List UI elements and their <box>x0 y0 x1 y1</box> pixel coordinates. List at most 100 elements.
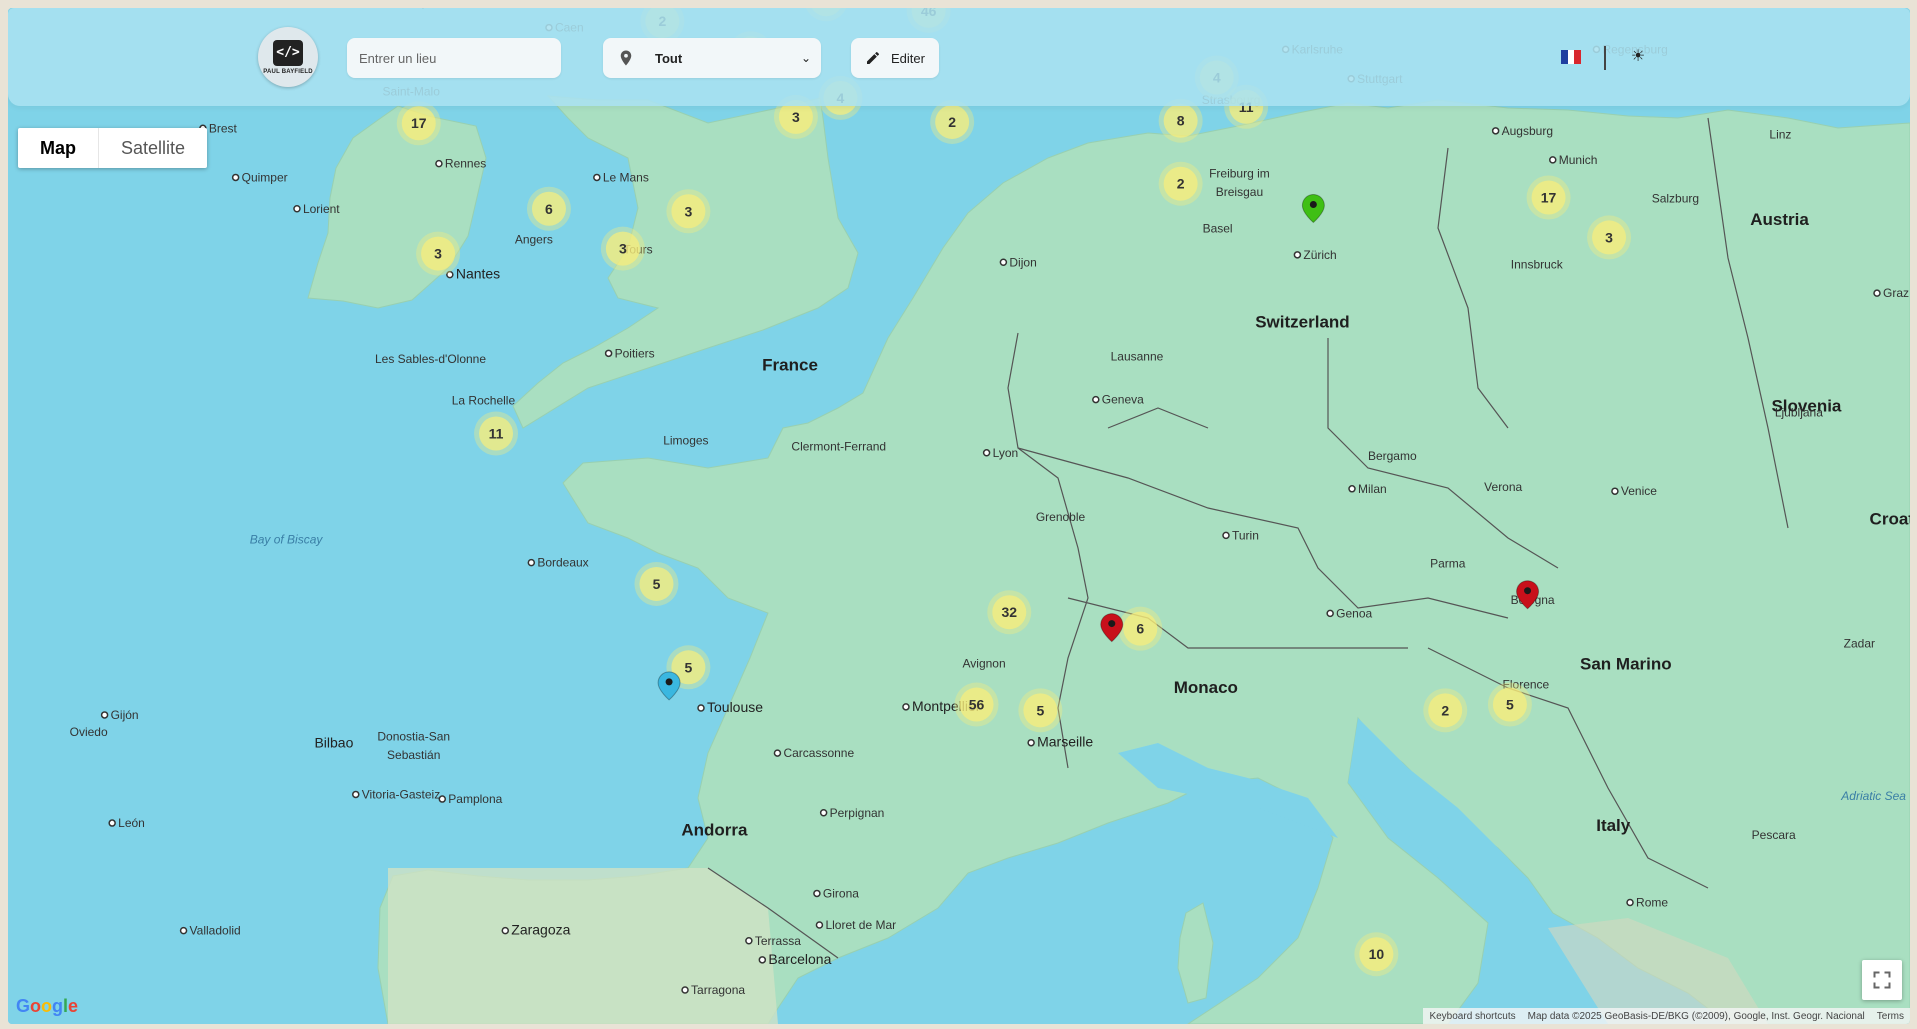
map-label: Oviedo <box>70 725 108 739</box>
city-dot <box>758 956 767 964</box>
map-label: Sebastián <box>387 748 440 762</box>
city-dot <box>1326 609 1334 618</box>
marker-cluster[interactable]: 3 <box>666 189 711 234</box>
city-dot <box>108 819 116 827</box>
map-label: San Marino <box>1580 655 1672 674</box>
map-label: Clermont-Ferrand <box>791 439 886 453</box>
city-dot <box>352 790 360 799</box>
map-canvas[interactable]: IrelandNetherlandsGermanyPolandBelgiumLu… <box>8 8 1910 1024</box>
marker-cluster[interactable]: 2 <box>1423 688 1468 733</box>
city-dot <box>1626 898 1634 907</box>
marker-cluster[interactable]: 10 <box>1354 932 1399 977</box>
map-label: Zürich <box>1303 248 1336 262</box>
logo[interactable]: </> PAUL BAYFIELD <box>258 27 318 87</box>
marker-cluster[interactable]: 6 <box>1118 606 1163 651</box>
edit-button[interactable]: Editer <box>851 38 939 78</box>
city-dot <box>527 558 536 567</box>
map-label: Donostia-San <box>377 729 450 743</box>
city-dot <box>179 926 188 935</box>
map-label: Grenoble <box>1036 510 1086 524</box>
cluster-count: 32 <box>1001 604 1017 620</box>
map-label: Perpignan <box>830 806 885 820</box>
marker-cluster[interactable]: 17 <box>1526 175 1571 220</box>
map-label: Genoa <box>1336 606 1372 620</box>
marker-cluster[interactable]: 32 <box>987 590 1032 635</box>
city-dot <box>1027 738 1035 747</box>
map-label: Bay of Biscay <box>250 533 324 547</box>
map-label: Bilbao <box>314 734 353 750</box>
fullscreen-button[interactable] <box>1862 960 1902 1000</box>
city-dot <box>501 926 510 935</box>
cluster-count: 5 <box>1506 697 1514 713</box>
marker-cluster[interactable]: 2 <box>1158 161 1203 206</box>
marker-cluster[interactable]: 5 <box>1018 688 1063 733</box>
cluster-count: 6 <box>545 201 553 217</box>
map-type-satellite-button[interactable]: Satellite <box>99 128 207 168</box>
map-label: Quimper <box>242 170 288 184</box>
map-label: Vitoria-Gasteiz <box>362 787 440 801</box>
map-label: Pamplona <box>448 792 502 806</box>
map-label: France <box>762 355 818 374</box>
map-label: Verona <box>1484 480 1522 494</box>
fr-flag-icon[interactable] <box>1561 50 1582 64</box>
map-label: Salzburg <box>1652 192 1699 206</box>
marker-cluster[interactable]: 11 <box>474 411 519 456</box>
city-dot <box>697 704 705 712</box>
marker-cluster[interactable]: 2 <box>930 99 975 144</box>
map-attribution: Keyboard shortcuts Map data ©2025 GeoBas… <box>1423 1008 1910 1024</box>
cluster-count: 3 <box>434 246 442 262</box>
map-label: Basel <box>1203 221 1233 235</box>
map-label: Augsburg <box>1502 124 1553 138</box>
keyboard-shortcuts-link[interactable]: Keyboard shortcuts <box>1429 1011 1515 1022</box>
marker-cluster[interactable]: 6 <box>526 186 571 231</box>
pencil-icon <box>867 51 880 64</box>
map-label: Terrassa <box>755 934 801 948</box>
map-label: Munich <box>1559 153 1598 167</box>
map-type-map-button[interactable]: Map <box>18 128 99 168</box>
divider <box>1604 46 1606 70</box>
map-viewport[interactable]: IrelandNetherlandsGermanyPolandBelgiumLu… <box>8 8 1910 1024</box>
terms-link[interactable]: Terms <box>1877 1011 1904 1022</box>
map-label: Lausanne <box>1111 350 1164 364</box>
marker-cluster[interactable]: 3 <box>600 226 645 271</box>
map-label: Valladolid <box>190 924 241 938</box>
cluster-count: 3 <box>685 203 693 219</box>
edit-button-label: Editer <box>891 50 925 66</box>
city-dot <box>773 749 782 757</box>
map-label: Rennes <box>445 157 486 171</box>
marker-cluster[interactable]: 56 <box>954 682 999 727</box>
city-dot <box>681 986 689 994</box>
place-search-input[interactable] <box>347 38 561 78</box>
map-label: Limoges <box>663 433 708 447</box>
map-label: Milan <box>1358 482 1387 496</box>
city-dot <box>999 258 1008 267</box>
map-type-control: Map Satellite <box>18 128 208 168</box>
map-pin-icon <box>620 50 632 66</box>
cluster-count: 5 <box>685 659 693 675</box>
marker-cluster[interactable]: 3 <box>1587 215 1632 260</box>
marker-cluster[interactable]: 17 <box>396 101 441 146</box>
marker-cluster[interactable]: 5 <box>1487 682 1532 727</box>
cluster-count: 2 <box>1177 176 1185 192</box>
map-label: Parma <box>1430 556 1466 570</box>
map-label: Lyon <box>993 446 1019 460</box>
city-dot <box>819 809 828 817</box>
map-label: Innsbruck <box>1511 257 1564 271</box>
category-filter-select[interactable]: Tout ⌄ <box>603 38 821 78</box>
cluster-count: 2 <box>1441 702 1449 718</box>
map-data-credit: Map data ©2025 GeoBasis-DE/BKG (©2009), … <box>1527 1010 1865 1022</box>
google-logo[interactable]: Google <box>16 996 78 1017</box>
sun-icon[interactable]: ☀ <box>1628 47 1648 67</box>
city-dot <box>813 889 821 898</box>
map-label: Barcelona <box>768 951 831 967</box>
map-label: Poitiers <box>615 346 655 360</box>
map-label: Turin <box>1232 528 1259 542</box>
marker-cluster[interactable]: 3 <box>416 231 461 276</box>
city-dot <box>1491 127 1500 135</box>
map-label: Carcassonne <box>783 746 854 760</box>
cluster-count: 11 <box>489 425 504 441</box>
top-bar: </> PAUL BAYFIELD Tout ⌄ Editer ☀ <box>8 8 1910 106</box>
city-dot <box>1293 251 1302 259</box>
city-dot <box>815 921 824 929</box>
marker-cluster[interactable]: 5 <box>634 561 679 606</box>
